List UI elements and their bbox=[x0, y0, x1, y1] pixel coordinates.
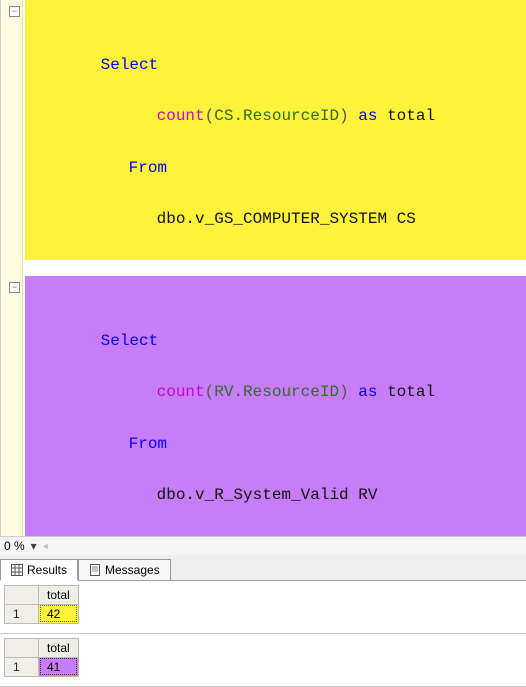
column-header[interactable]: total bbox=[39, 638, 79, 657]
corner-cell bbox=[5, 638, 39, 657]
scroll-left-icon[interactable]: ◂ bbox=[43, 541, 53, 551]
table-row: 1 41 bbox=[5, 657, 79, 676]
paren-close: ) bbox=[339, 383, 349, 401]
fold-toggle-icon[interactable]: − bbox=[9, 6, 20, 17]
zoom-bar: 0 % ▾ ◂ bbox=[0, 536, 526, 555]
column-header[interactable]: total bbox=[39, 585, 79, 604]
editor-gutter bbox=[1, 0, 23, 536]
document-icon bbox=[89, 564, 101, 576]
keyword-select: Select bbox=[101, 56, 159, 74]
tab-results-label: Results bbox=[27, 563, 67, 577]
tab-messages[interactable]: Messages bbox=[78, 559, 171, 581]
paren-close: ) bbox=[339, 107, 349, 125]
results-tabs: Results Messages bbox=[0, 555, 526, 581]
result-table[interactable]: total 1 42 bbox=[4, 585, 79, 624]
result-cell[interactable]: 41 bbox=[39, 657, 79, 676]
result-table[interactable]: total 1 41 bbox=[4, 638, 79, 677]
alias-name: total bbox=[387, 107, 435, 125]
tab-results[interactable]: Results bbox=[0, 559, 78, 581]
keyword-from: From bbox=[101, 432, 167, 458]
paren-open: ( bbox=[205, 107, 215, 125]
column-ref: RV.ResourceID bbox=[214, 383, 339, 401]
zoom-value[interactable]: 0 % bbox=[4, 539, 25, 553]
corner-cell bbox=[5, 585, 39, 604]
keyword-select: Select bbox=[101, 332, 159, 350]
results-grid-1: total 1 42 bbox=[0, 581, 526, 634]
table-ref: dbo.v_GS_COMPUTER_SYSTEM CS bbox=[101, 207, 416, 233]
function-count: count bbox=[157, 107, 205, 125]
row-number[interactable]: 1 bbox=[5, 657, 39, 676]
function-count: count bbox=[157, 383, 205, 401]
tab-messages-label: Messages bbox=[105, 563, 160, 577]
fold-toggle-icon[interactable]: − bbox=[9, 282, 20, 293]
chevron-down-icon[interactable]: ▾ bbox=[29, 539, 39, 553]
sql-editor[interactable]: − Select count(CS.ResourceID) as total F… bbox=[0, 0, 526, 536]
row-number[interactable]: 1 bbox=[5, 604, 39, 623]
grid-icon bbox=[11, 564, 23, 576]
alias-name: total bbox=[387, 383, 435, 401]
paren-open: ( bbox=[205, 383, 215, 401]
results-grid-2: total 1 41 bbox=[0, 634, 526, 687]
keyword-as: as bbox=[349, 107, 387, 125]
keyword-as: as bbox=[349, 383, 387, 401]
table-row: 1 42 bbox=[5, 604, 79, 623]
table-ref: dbo.v_R_System_Valid RV bbox=[101, 483, 378, 509]
result-cell[interactable]: 42 bbox=[39, 604, 79, 623]
column-ref: CS.ResourceID bbox=[214, 107, 339, 125]
query-block-1[interactable]: − Select count(CS.ResourceID) as total F… bbox=[25, 0, 526, 260]
keyword-from: From bbox=[101, 156, 167, 182]
query-block-2[interactable]: − Select count(RV.ResourceID) as total F… bbox=[25, 276, 526, 536]
